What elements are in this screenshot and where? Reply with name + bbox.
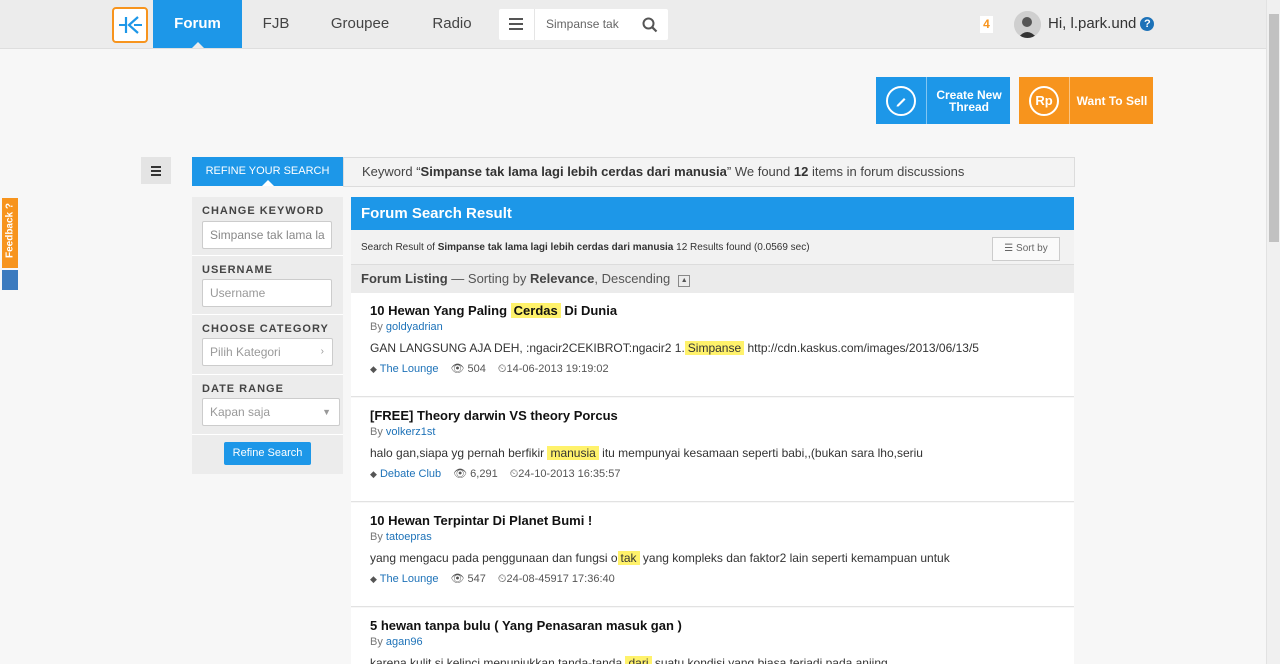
- result-author: By tatoepras: [370, 531, 432, 543]
- result-author: By agan96: [370, 636, 423, 648]
- username-input[interactable]: Username: [202, 279, 332, 307]
- user-avatar-icon: [1014, 11, 1041, 38]
- menu-icon[interactable]: [509, 18, 523, 30]
- results-header: Forum Search Result: [351, 197, 1074, 230]
- create-thread-label: Create New Thread: [936, 87, 1002, 114]
- tab-fjb[interactable]: FJB: [248, 0, 304, 48]
- refine-sidebar: CHANGE KEYWORD Simpanse tak lama la USER…: [192, 197, 343, 474]
- rupiah-icon: Rp: [1019, 77, 1070, 124]
- result-item: [FREE] Theory darwin VS theory Porcus By…: [351, 398, 1074, 502]
- category-link[interactable]: Debate Club: [380, 468, 441, 480]
- collapse-icon[interactable]: ▲: [678, 275, 691, 287]
- tag-icon: ◆: [370, 469, 377, 479]
- author-link[interactable]: agan96: [386, 636, 423, 648]
- page-scrollbar[interactable]: [1266, 0, 1280, 664]
- feedback-label: Feedback ?: [4, 202, 16, 259]
- kaskus-logo[interactable]: [112, 7, 148, 43]
- result-snippet: karena kulit si kelinci menunjukkan tand…: [370, 656, 888, 664]
- result-count: 12: [793, 164, 809, 179]
- greeting-text: Hi, l.park.und: [1048, 15, 1137, 32]
- author-link[interactable]: volkerz1st: [386, 426, 436, 438]
- keyword-text: Simpanse tak lama lagi lebih cerdas dari…: [420, 164, 727, 179]
- help-icon[interactable]: ?: [1140, 17, 1155, 31]
- result-item: 5 hewan tanpa bulu ( Yang Penasaran masu…: [351, 608, 1074, 664]
- change-keyword-label: CHANGE KEYWORD: [202, 205, 325, 217]
- tag-icon: ◆: [370, 574, 377, 584]
- keyword-input[interactable]: Simpanse tak lama la: [202, 221, 332, 249]
- result-snippet: halo gan,siapa yg pernah berfikir manusi…: [370, 446, 923, 460]
- result-meta: ◆ Debate Club 👁 6,291 ⏲24-10-2013 16:35:57: [370, 468, 621, 480]
- author-link[interactable]: goldyadrian: [386, 321, 443, 333]
- tag-icon: ◆: [370, 364, 377, 374]
- refine-search-tab[interactable]: REFINE YOUR SEARCH: [192, 157, 343, 186]
- list-icon: ☰: [1004, 243, 1014, 254]
- eye-icon: 👁: [450, 573, 465, 585]
- forum-listing-bar: Forum Listing — Sorting by Relevance, De…: [351, 265, 1074, 293]
- feedback-tab[interactable]: Feedback ?: [2, 198, 18, 268]
- pencil-icon: [876, 77, 927, 124]
- feedback-user-icon[interactable]: [2, 270, 18, 290]
- sort-by-button[interactable]: ☰ Sort by: [992, 237, 1060, 261]
- result-title[interactable]: 10 Hewan Yang Paling Cerdas Di Dunia: [370, 303, 617, 318]
- category-link[interactable]: The Lounge: [380, 573, 439, 585]
- avatar[interactable]: [1014, 11, 1041, 38]
- user-greeting[interactable]: Hi, l.park.und?: [1048, 15, 1155, 32]
- eye-icon: 👁: [450, 363, 465, 375]
- search-icon[interactable]: [642, 17, 658, 33]
- scroll-thumb[interactable]: [1269, 14, 1279, 242]
- result-title[interactable]: 5 hewan tanpa bulu ( Yang Penasaran masu…: [370, 618, 682, 633]
- search-box: Simpanse tak: [499, 9, 668, 40]
- results-meta: Search Result of Simpanse tak lama lagi …: [351, 230, 1074, 265]
- result-item: 10 Hewan Terpintar Di Planet Bumi ! By t…: [351, 503, 1074, 607]
- result-author: By goldyadrian: [370, 321, 443, 333]
- refine-search-button[interactable]: Refine Search: [224, 442, 311, 465]
- chevron-right-icon: ›: [320, 346, 324, 357]
- result-title[interactable]: [FREE] Theory darwin VS theory Porcus: [370, 408, 618, 423]
- create-thread-button[interactable]: Create New Thread: [876, 77, 1010, 124]
- clock-icon: ⏲: [509, 468, 519, 480]
- change-keyword-section: CHANGE KEYWORD Simpanse tak lama la: [192, 197, 343, 256]
- result-snippet: yang mengacu pada penggunaan dan fungsi …: [370, 551, 950, 565]
- category-section: CHOOSE CATEGORY Pilih Kategori ›: [192, 315, 343, 375]
- tab-forum[interactable]: Forum: [153, 0, 242, 48]
- search-divider: [534, 9, 535, 40]
- date-range-select[interactable]: Kapan saja ▼: [202, 398, 340, 426]
- want-to-sell-label: Want To Sell: [1076, 93, 1148, 108]
- date-range-section: DATE RANGE Kapan saja ▼: [192, 375, 343, 435]
- result-item: 10 Hewan Yang Paling Cerdas Di Dunia By …: [351, 293, 1074, 397]
- k-logo-icon: [119, 16, 142, 34]
- search-input[interactable]: Simpanse tak: [546, 17, 626, 31]
- result-meta: ◆ The Lounge 👁 547 ⏲24-08-45917 17:36:40: [370, 573, 615, 585]
- result-meta: ◆ The Lounge 👁 504 ⏲14-06-2013 19:19:02: [370, 363, 609, 375]
- result-snippet: GAN LANGSUNG AJA DEH, :ngacir2CEKIBROT:n…: [370, 341, 979, 355]
- category-select[interactable]: Pilih Kategori ›: [202, 338, 333, 366]
- chevron-down-icon: ▼: [322, 407, 331, 417]
- notification-badge[interactable]: 4: [980, 16, 993, 33]
- result-author: By volkerz1st: [370, 426, 436, 438]
- tab-radio[interactable]: Radio: [420, 0, 484, 48]
- want-to-sell-button[interactable]: Rp Want To Sell: [1019, 77, 1153, 124]
- username-label: USERNAME: [202, 264, 273, 276]
- top-navbar: Forum FJB Groupee Radio Simpanse tak 4 H…: [0, 0, 1266, 49]
- username-section: USERNAME Username: [192, 256, 343, 315]
- tab-groupee[interactable]: Groupee: [318, 0, 402, 48]
- sidebar-toggle-button[interactable]: [141, 157, 171, 184]
- category-link[interactable]: The Lounge: [380, 363, 439, 375]
- keyword-summary: Keyword “Simpanse tak lama lagi lebih ce…: [343, 157, 1075, 187]
- author-link[interactable]: tatoepras: [386, 531, 432, 543]
- date-range-label: DATE RANGE: [202, 383, 284, 395]
- eye-icon: 👁: [453, 468, 468, 480]
- result-title[interactable]: 10 Hewan Terpintar Di Planet Bumi !: [370, 513, 592, 528]
- category-label: CHOOSE CATEGORY: [202, 323, 329, 335]
